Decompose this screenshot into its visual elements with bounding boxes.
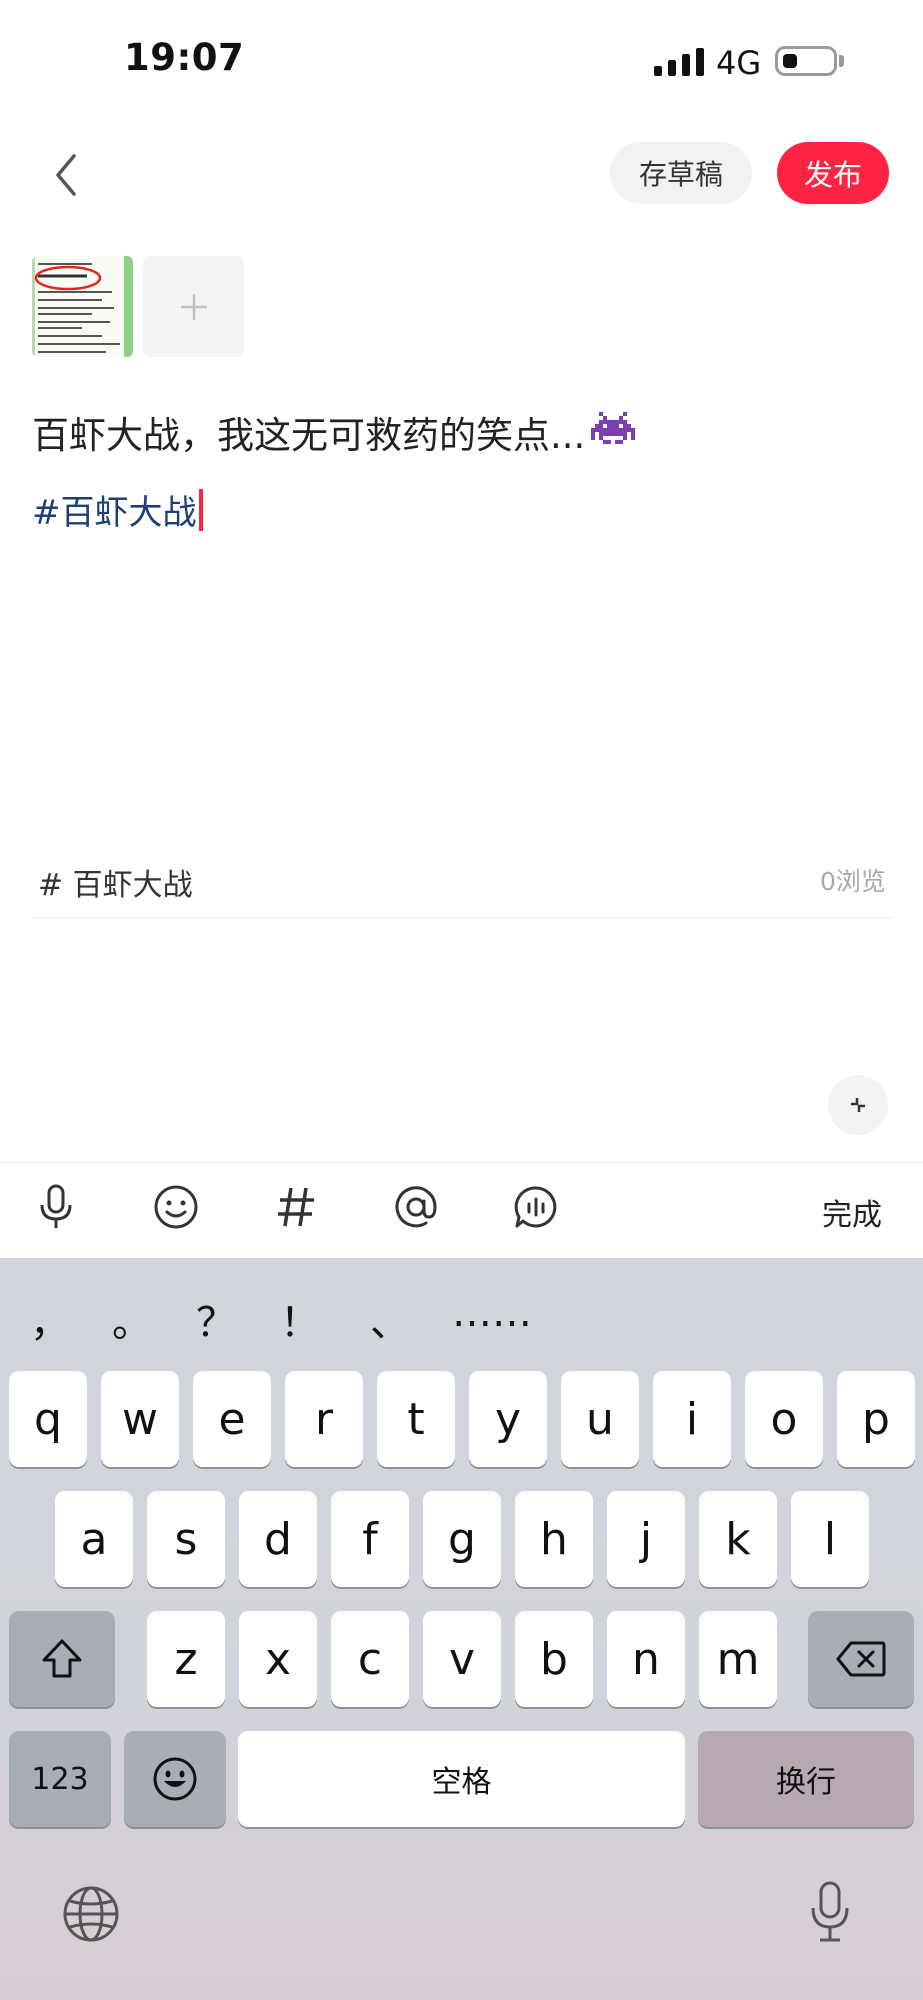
key-q[interactable]: q [9,1371,87,1467]
key-w[interactable]: w [101,1371,179,1467]
topic-views: 0浏览 [820,867,886,896]
voice-chat-button[interactable] [512,1183,560,1231]
punct-comma-key[interactable]: ， [30,1290,70,1348]
key-l[interactable]: l [791,1491,869,1587]
hashtag-label: #百虾大战 [32,493,197,533]
key-d[interactable]: d [239,1491,317,1587]
emoji-button[interactable] [152,1183,200,1231]
add-image-button[interactable] [143,256,244,357]
battery-tip [839,55,844,67]
hashtag-icon [278,1187,314,1227]
status-time: 19:07 [124,36,245,79]
post-body-label: 百虾大战，我这无可救药的笑点... [32,414,586,457]
key-j[interactable]: j [607,1491,685,1587]
mic-icon [40,1184,72,1228]
plus-icon [180,293,207,320]
key-h[interactable]: h [515,1491,593,1587]
divider [30,917,893,919]
text-cursor [198,488,203,531]
globe-icon [63,1886,119,1942]
collapse-button[interactable] [828,1075,888,1135]
mic-keyboard-icon [811,1881,849,1942]
punct-ellipsis-key[interactable]: …… [452,1290,532,1336]
key-m[interactable]: m [699,1611,777,1707]
post-hashtag[interactable]: #百虾大战 [32,485,203,534]
dictation-button[interactable] [808,1880,852,1948]
editor-toolbar [0,1162,923,1259]
key-f[interactable]: f [331,1491,409,1587]
key-r[interactable]: r [285,1371,363,1467]
emoji-key[interactable] [124,1731,226,1827]
mic-button[interactable] [32,1183,80,1231]
return-key[interactable]: 换行 [698,1731,914,1827]
key-z[interactable]: z [147,1611,225,1707]
alien-monster-icon [591,412,636,444]
signal-icon [654,46,704,76]
shift-icon [42,1639,82,1678]
globe-button[interactable] [62,1885,120,1947]
backspace-key[interactable] [808,1611,914,1707]
punct-enum-comma-key[interactable]: 、 [370,1290,410,1348]
key-o[interactable]: o [745,1371,823,1467]
key-v[interactable]: v [423,1611,501,1707]
mention-icon [395,1186,437,1228]
key-y[interactable]: y [469,1371,547,1467]
key-p[interactable]: p [837,1371,915,1467]
hashtag-button[interactable] [272,1183,320,1231]
key-x[interactable]: x [239,1611,317,1707]
key-t[interactable]: t [377,1371,455,1467]
shift-key[interactable] [9,1611,115,1707]
key-b[interactable]: b [515,1611,593,1707]
image-thumbnail[interactable] [32,256,133,357]
back-button[interactable] [48,150,88,200]
chevron-left-icon [56,154,76,196]
key-a[interactable]: a [55,1491,133,1587]
mention-button[interactable] [392,1183,440,1231]
punct-period-key[interactable]: 。 [112,1290,152,1348]
post-body-text[interactable]: 百虾大战，我这无可救药的笑点... [32,405,636,459]
collapse-icon [851,1098,865,1112]
key-e[interactable]: e [193,1371,271,1467]
key-u[interactable]: u [561,1371,639,1467]
network-label: 4G [716,44,762,82]
key-k[interactable]: k [699,1491,777,1587]
backspace-icon [836,1641,886,1677]
key-s[interactable]: s [147,1491,225,1587]
key-g[interactable]: g [423,1491,501,1587]
key-c[interactable]: c [331,1611,409,1707]
publish-button[interactable]: 发布 [777,142,889,204]
emoji-keyboard-icon [153,1757,197,1801]
key-i[interactable]: i [653,1371,731,1467]
voice-chat-icon [514,1186,557,1228]
punct-question-key[interactable]: ？ [196,1290,236,1348]
emoji-icon [154,1185,198,1229]
save-draft-button[interactable]: 存草稿 [610,142,752,204]
space-key[interactable]: 空格 [238,1731,685,1827]
key-n[interactable]: n [607,1611,685,1707]
punct-exclaim-key[interactable]: ！ [280,1290,320,1348]
thumbnail-preview [32,256,133,357]
done-button[interactable]: 完成 [822,1190,882,1234]
numbers-key[interactable]: 123 [9,1731,111,1827]
battery-icon [775,46,837,76]
topic-suggestion[interactable]: # 百虾大战 [38,860,193,904]
